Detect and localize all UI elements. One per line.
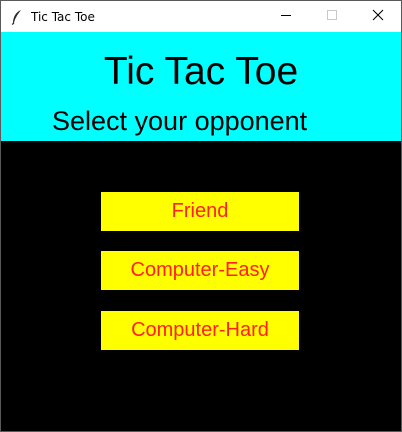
minimize-icon bbox=[280, 8, 292, 26]
close-button[interactable] bbox=[355, 1, 401, 32]
friend-button[interactable]: Friend bbox=[101, 192, 299, 231]
maximize-icon bbox=[326, 8, 338, 26]
maximize-button[interactable] bbox=[309, 1, 355, 32]
title-bar[interactable]: Tic Tac Toe bbox=[1, 1, 401, 32]
computer-hard-button[interactable]: Computer-Hard bbox=[101, 311, 299, 350]
close-icon bbox=[372, 8, 384, 26]
feather-icon bbox=[10, 9, 24, 25]
app-window: Tic Tac Toe Tic Tac Toe Select your oppo… bbox=[0, 0, 402, 432]
page-subtitle: Select your opponent bbox=[52, 106, 308, 136]
window-title: Tic Tac Toe bbox=[31, 10, 95, 24]
computer-easy-button[interactable]: Computer-Easy bbox=[101, 251, 299, 290]
header-panel: Tic Tac Toe Select your opponent bbox=[1, 32, 401, 142]
page-title: Tic Tac Toe bbox=[103, 50, 299, 93]
minimize-button[interactable] bbox=[263, 1, 309, 32]
